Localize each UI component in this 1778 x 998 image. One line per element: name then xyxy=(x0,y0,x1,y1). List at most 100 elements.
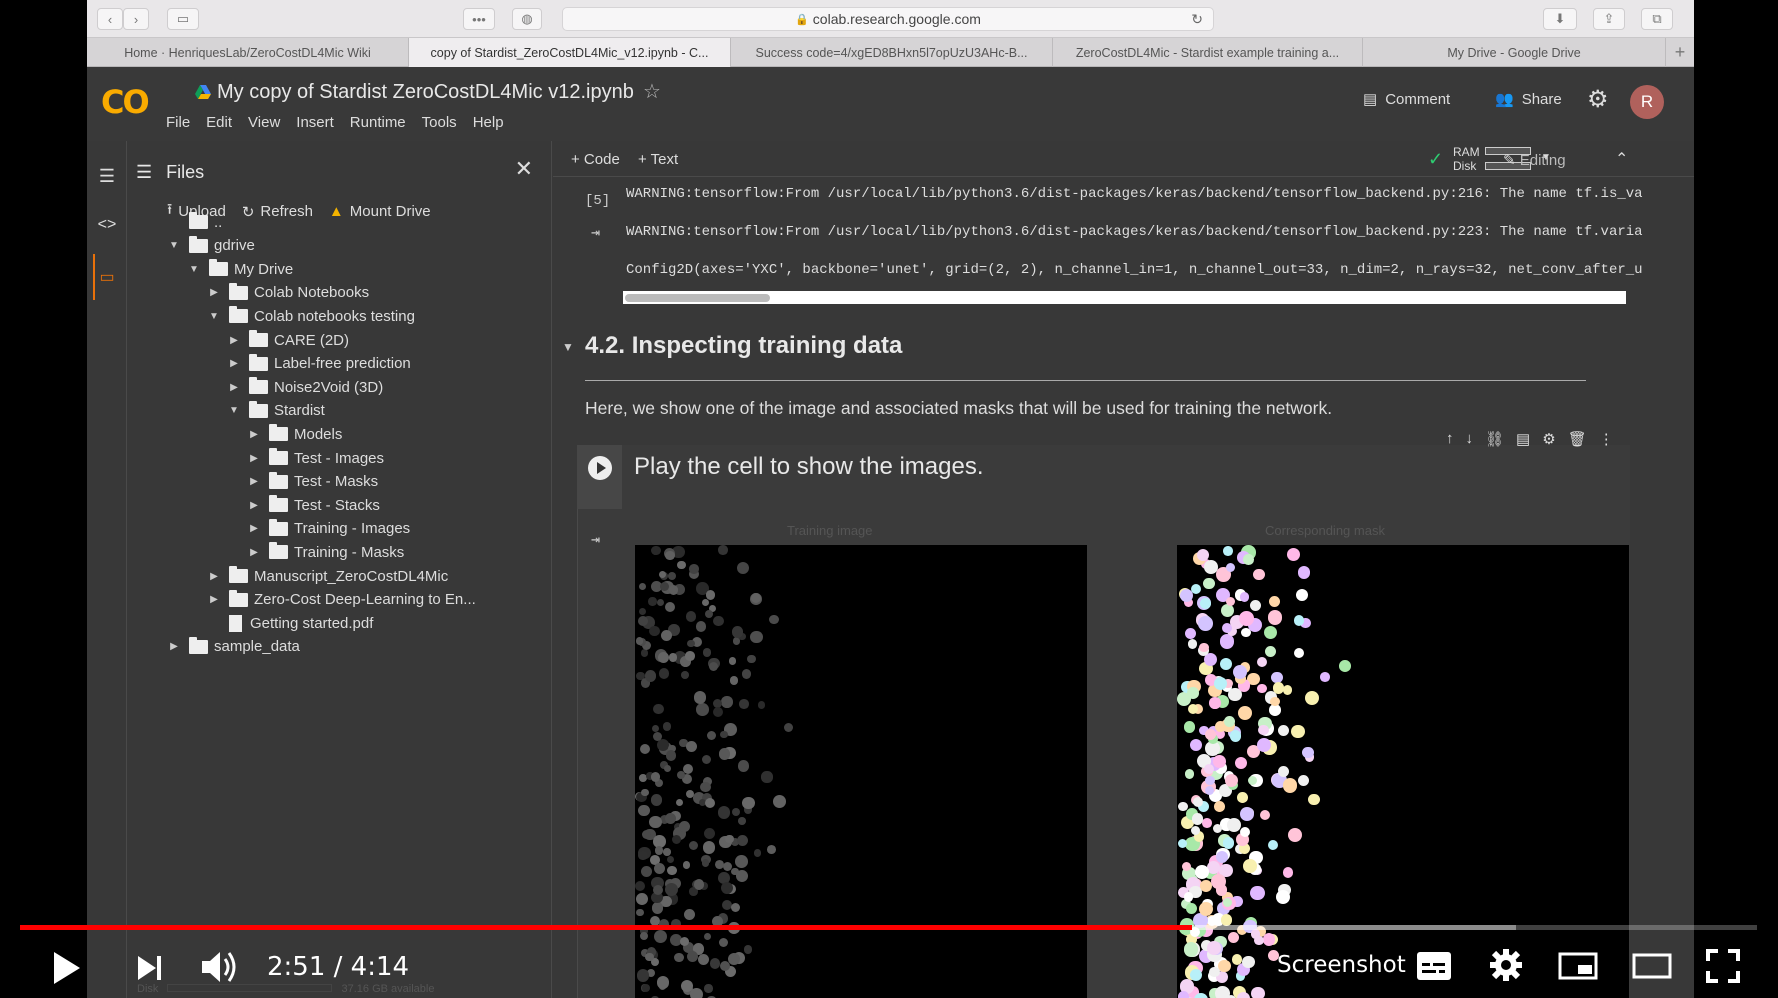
chevron-right-icon[interactable]: ▶ xyxy=(247,500,261,511)
sidebar-icon[interactable]: ▭ xyxy=(167,8,199,30)
settings-gear-icon[interactable] xyxy=(1489,948,1523,982)
chevron-right-icon[interactable]: ▶ xyxy=(227,382,241,393)
folder-item[interactable]: ▼ My Drive xyxy=(187,257,293,281)
chevron-right-icon[interactable]: ▶ xyxy=(247,476,261,487)
settings-gear-icon[interactable]: ⚙ xyxy=(1587,85,1609,114)
folder-item[interactable]: ▶ Training - Masks xyxy=(247,540,404,564)
chevron-right-icon[interactable]: ▶ xyxy=(247,547,261,558)
folder-icon[interactable]: ▭ xyxy=(87,267,127,287)
collapse-header-icon[interactable]: ⌃ xyxy=(1615,149,1628,169)
miniplayer-icon[interactable] xyxy=(1558,952,1598,980)
chevron-right-icon[interactable]: ▶ xyxy=(167,641,181,652)
comment-icon[interactable]: ▤ xyxy=(1516,430,1530,448)
more-vert-icon[interactable]: ⋮ xyxy=(1599,430,1614,448)
folder-item[interactable]: ▶ CARE (2D) xyxy=(227,328,349,352)
chevron-right-icon[interactable]: ▶ xyxy=(207,571,221,582)
editing-mode[interactable]: ✎ Editing xyxy=(1503,151,1566,169)
folder-item[interactable]: ▶ Zero-Cost Deep-Learning to En... xyxy=(207,588,476,612)
folder-item[interactable]: ▶ Colab Notebooks xyxy=(207,281,369,305)
refresh-button[interactable]: ↻ Refresh xyxy=(242,199,313,224)
screenshot-button[interactable]: Screenshot xyxy=(1277,952,1406,978)
chevron-right-icon[interactable]: ▶ xyxy=(247,453,261,464)
folder-item[interactable]: ▼ gdrive xyxy=(167,234,255,258)
star-icon[interactable]: ☆ xyxy=(643,79,661,104)
menu-lines-icon[interactable]: ☰ xyxy=(136,162,152,183)
chevron-down-icon[interactable]: ▼ xyxy=(167,240,181,251)
browser-tab-active[interactable]: copy of Stardist_ZeroCostDL4Mic_v12.ipyn… xyxy=(409,38,731,67)
new-tab-icon[interactable]: + xyxy=(1666,38,1694,66)
move-up-icon[interactable]: ↑ xyxy=(1446,430,1454,448)
toc-icon[interactable]: ☰ xyxy=(87,166,127,187)
folder-item[interactable]: ▼ Stardist xyxy=(227,399,325,423)
subtitles-icon[interactable] xyxy=(1416,951,1452,981)
chevron-down-icon[interactable]: ▼ xyxy=(207,311,221,322)
add-code-button[interactable]: + Code xyxy=(571,151,620,168)
code-snippets-icon[interactable]: <> xyxy=(87,216,127,234)
browser-tab[interactable]: My Drive - Google Drive xyxy=(1363,38,1666,67)
file-item[interactable]: Getting started.pdf xyxy=(207,611,373,635)
url-bar[interactable]: 🔒 colab.research.google.com ↻ xyxy=(562,7,1214,31)
add-text-button[interactable]: + Text xyxy=(638,151,678,168)
trash-icon[interactable]: 🗑 xyxy=(1568,430,1587,448)
theater-mode-icon[interactable] xyxy=(1632,953,1672,979)
browser-tab[interactable]: Success code=4/xgED8BHxn5l7opUzU3AHc-B..… xyxy=(731,38,1053,67)
folder-item[interactable]: ▶ Test - Stacks xyxy=(247,493,380,517)
notebook-title[interactable]: My copy of Stardist ZeroCostDL4Mic v12.i… xyxy=(195,81,634,104)
chevron-right-icon[interactable]: ▶ xyxy=(227,335,241,346)
chevron-right-icon[interactable]: ▶ xyxy=(207,287,221,298)
comment-button[interactable]: ▤ Comment xyxy=(1363,90,1450,109)
chevron-right-icon[interactable]: ▶ xyxy=(247,429,261,440)
run-cell-button[interactable] xyxy=(588,456,612,480)
browser-tab[interactable]: Home · HenriquesLab/ZeroCostDL4Mic Wiki xyxy=(87,38,409,67)
menu-view[interactable]: View xyxy=(248,114,280,131)
privacy-icon[interactable]: ◍ xyxy=(512,8,542,30)
chevron-right-icon[interactable]: ▶ xyxy=(207,594,221,605)
folder-item[interactable]: ▶ Training - Images xyxy=(247,517,410,541)
output-icon[interactable]: ⇥ xyxy=(591,530,600,549)
back-icon[interactable]: ‹ xyxy=(97,8,123,30)
chevron-down-icon[interactable]: ▼ xyxy=(227,405,241,416)
menu-runtime[interactable]: Runtime xyxy=(350,114,406,131)
menu-insert[interactable]: Insert xyxy=(296,114,334,131)
resources-indicator[interactable]: RAM Disk ▼ xyxy=(1453,145,1551,173)
link-icon[interactable]: ⛓ xyxy=(1485,430,1504,448)
folder-item[interactable]: ▼ Colab notebooks testing xyxy=(207,304,415,328)
folder-item[interactable]: ▶ Test - Images xyxy=(247,446,384,470)
folder-item[interactable]: ▶ Models xyxy=(247,422,342,446)
close-icon[interactable]: ✕ xyxy=(515,156,533,182)
menu-edit[interactable]: Edit xyxy=(206,114,232,131)
folder-item[interactable]: ▶ Noise2Void (3D) xyxy=(227,375,383,399)
more-icon[interactable]: ••• xyxy=(463,8,495,30)
settings-gear-icon[interactable]: ⚙ xyxy=(1542,430,1555,448)
chevron-right-icon[interactable]: ▶ xyxy=(227,358,241,369)
folder-item[interactable]: ▶ sample_data xyxy=(167,635,300,659)
menu-tools[interactable]: Tools xyxy=(422,114,457,131)
folder-item[interactable]: ▶ Test - Masks xyxy=(247,470,378,494)
video-player[interactable]: ‹ › ▭ ••• ◍ 🔒 colab.research.google.com … xyxy=(0,0,1778,998)
volume-icon[interactable] xyxy=(200,949,240,985)
play-icon[interactable] xyxy=(52,952,80,984)
forward-icon[interactable]: › xyxy=(123,8,149,30)
horizontal-scrollbar[interactable] xyxy=(621,289,1628,306)
move-down-icon[interactable]: ↓ xyxy=(1466,430,1474,448)
folder-item[interactable]: ▶ Label-free prediction xyxy=(227,352,411,376)
chevron-right-icon[interactable]: ▶ xyxy=(247,523,261,534)
share-icon[interactable]: ⇪ xyxy=(1593,8,1625,30)
output-icon[interactable]: ⇥ xyxy=(591,223,600,242)
scrollbar-thumb[interactable] xyxy=(625,294,770,302)
share-button[interactable]: 👥 Share xyxy=(1495,90,1562,109)
menu-file[interactable]: File xyxy=(166,114,190,131)
colab-logo[interactable]: CO xyxy=(101,83,150,121)
fullscreen-icon[interactable] xyxy=(1706,949,1740,983)
mount-drive-button[interactable]: ▲ Mount Drive xyxy=(329,199,431,224)
folder-item[interactable]: .. xyxy=(167,210,222,234)
browser-tab[interactable]: ZeroCostDL4Mic - Stardist example traini… xyxy=(1053,38,1363,67)
folder-item[interactable]: ▶ Manuscript_ZeroCostDL4Mic xyxy=(207,564,448,588)
reload-icon[interactable]: ↻ xyxy=(1191,11,1203,28)
downloads-icon[interactable]: ⬇ xyxy=(1543,8,1577,30)
avatar[interactable]: R xyxy=(1630,85,1664,119)
next-icon[interactable] xyxy=(136,954,164,982)
menu-help[interactable]: Help xyxy=(473,114,504,131)
collapse-section-icon[interactable]: ▼ xyxy=(562,340,574,354)
tabs-overview-icon[interactable]: ⧉ xyxy=(1641,8,1673,30)
